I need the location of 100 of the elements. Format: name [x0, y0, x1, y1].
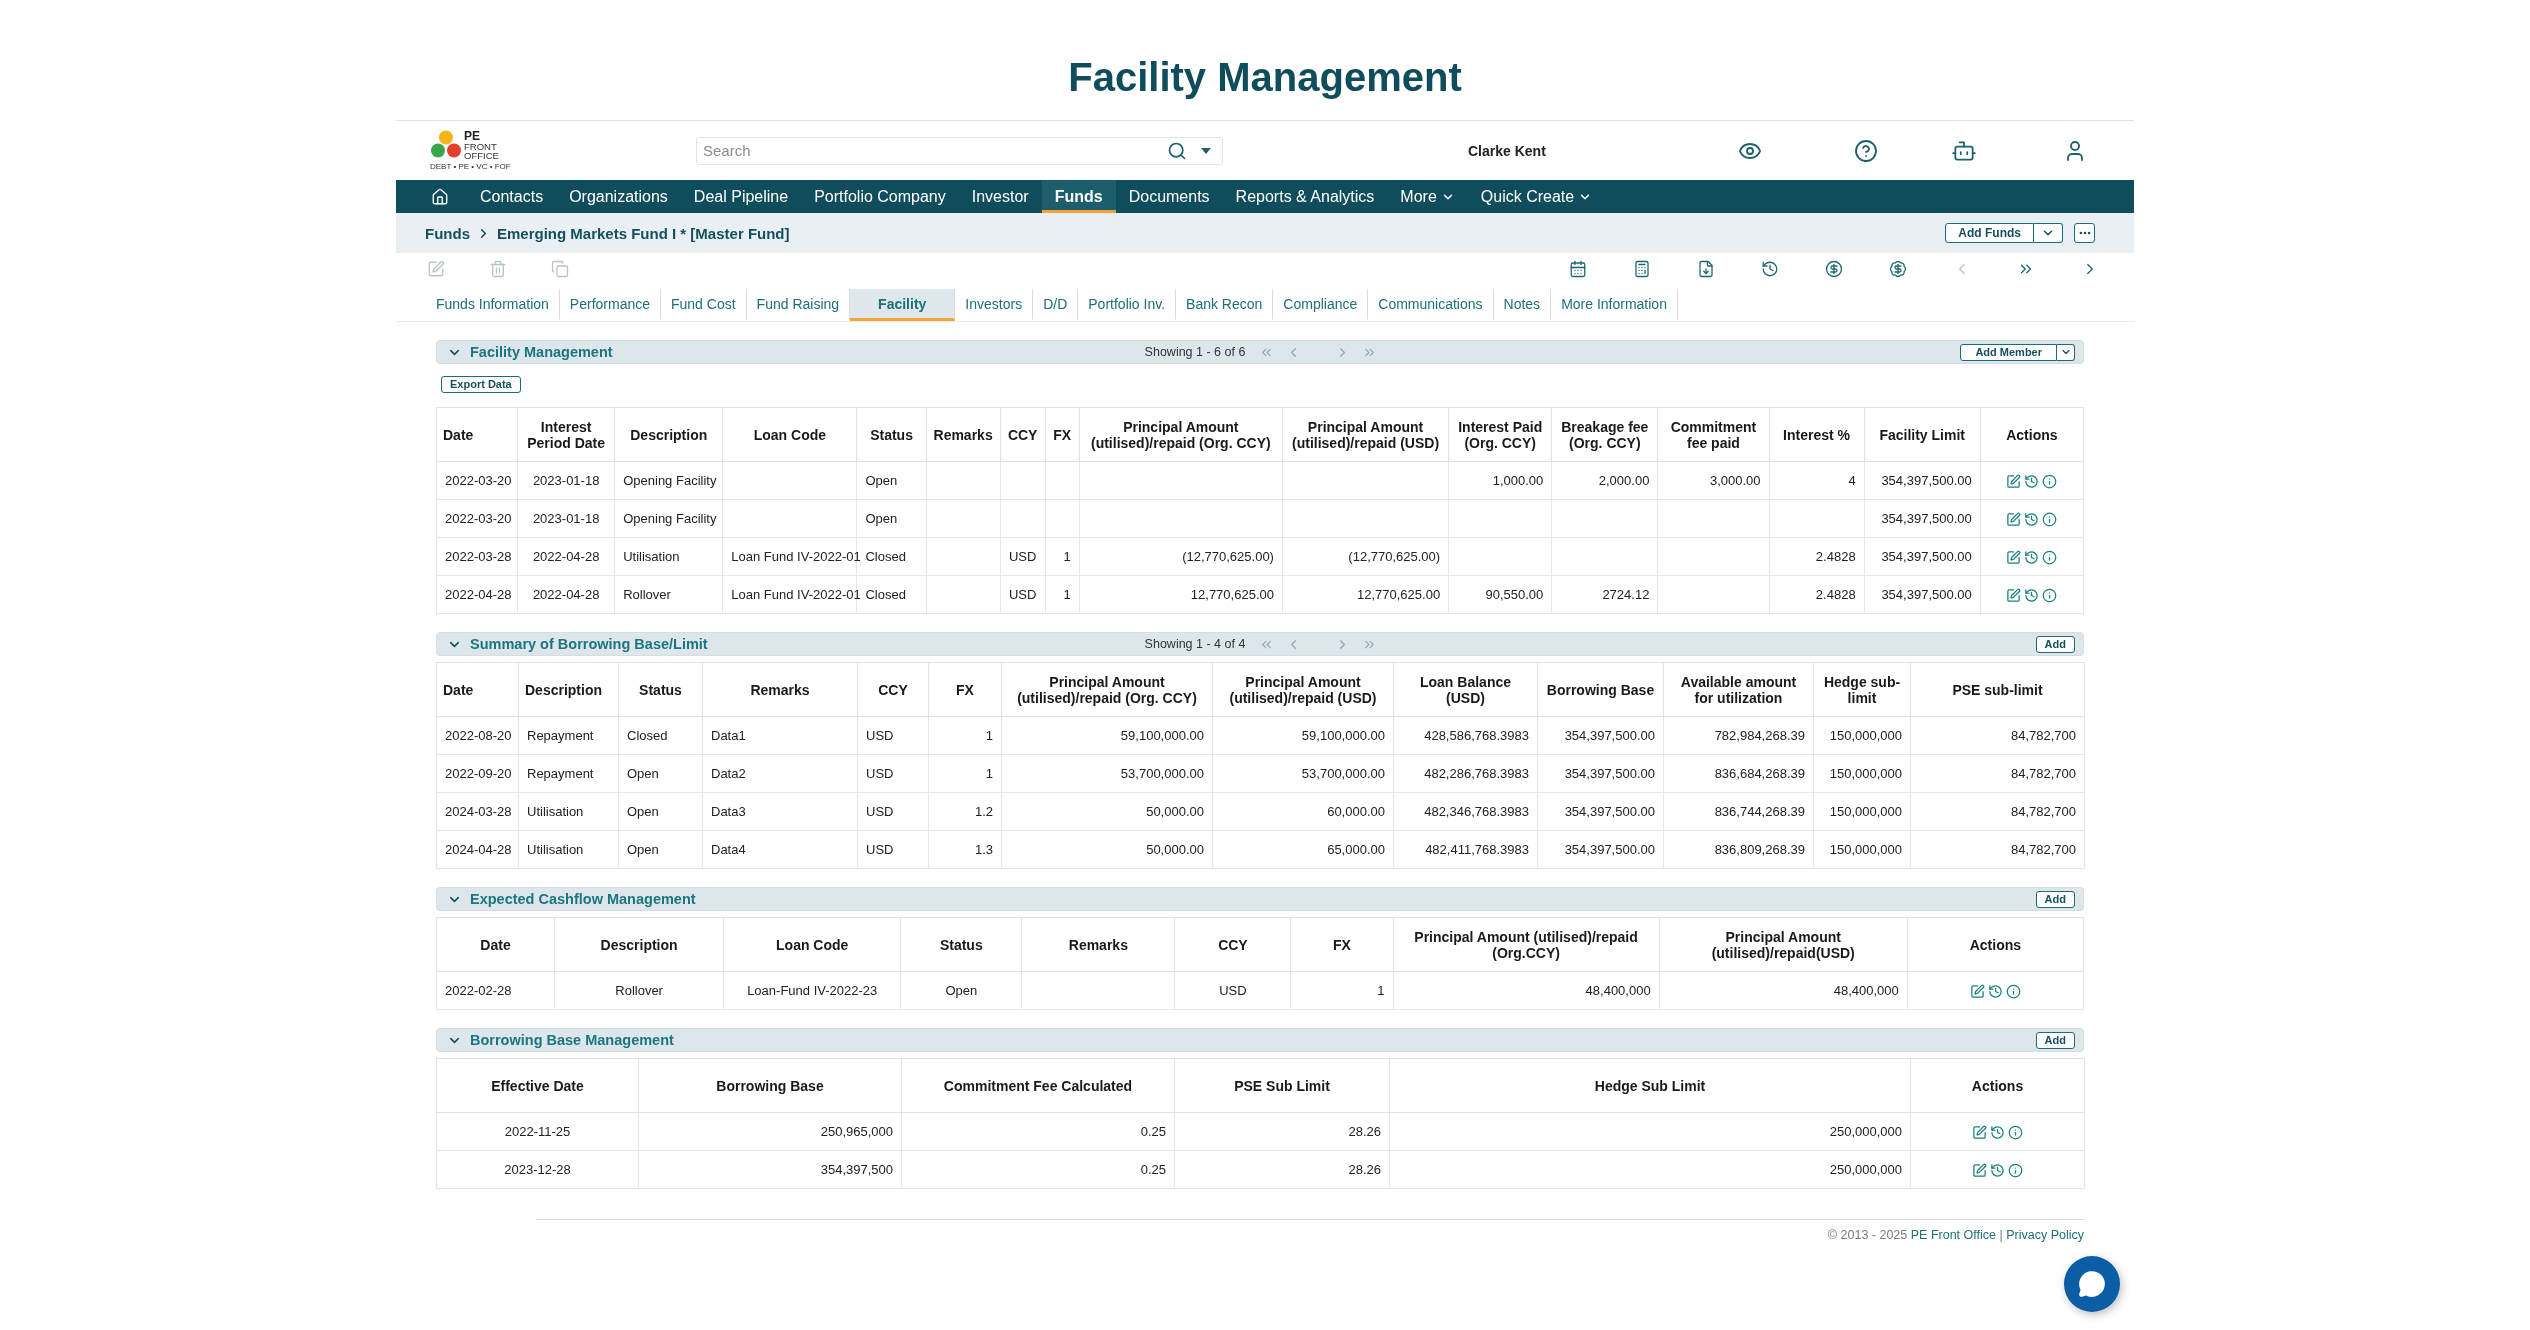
- caret-icon[interactable]: [1201, 147, 1211, 154]
- column-header: Commitment fee paid: [1657, 407, 1769, 462]
- export-data-button[interactable]: Export Data: [441, 376, 521, 393]
- edit-icon[interactable]: [2006, 587, 2022, 603]
- history-icon[interactable]: [1990, 1162, 2005, 1178]
- edit-icon[interactable]: [2006, 549, 2022, 565]
- history-icon[interactable]: [1990, 1124, 2005, 1140]
- table-cell: 482,286,768.3983: [1393, 754, 1538, 793]
- tab[interactable]: Communications: [1368, 289, 1494, 321]
- column-header: Principal Amount (utilised)/repaid (USD): [1282, 407, 1449, 462]
- table-cell: 354,397,500.00: [1537, 716, 1664, 755]
- table-cell: 90,550.00: [1448, 575, 1552, 614]
- info-icon[interactable]: [2042, 549, 2058, 565]
- table-cell: 48,400,000: [1393, 971, 1660, 1010]
- tab[interactable]: More Information: [1551, 289, 1678, 321]
- nav-item[interactable]: More: [1387, 180, 1468, 213]
- nav-item[interactable]: Funds: [1041, 180, 1116, 213]
- section-title: Borrowing Base Management: [470, 1032, 674, 1048]
- table-cell: Open: [857, 461, 927, 500]
- dollar-badge-icon[interactable]: [1889, 260, 1907, 278]
- privacy-policy-link[interactable]: Privacy Policy: [2006, 1228, 2084, 1242]
- edit-icon[interactable]: [1972, 1124, 1987, 1140]
- tab[interactable]: Fund Cost: [661, 289, 747, 321]
- info-icon[interactable]: [2042, 511, 2058, 527]
- table-cell: USD: [857, 716, 929, 755]
- dollar-circle-icon[interactable]: [1825, 260, 1843, 278]
- tab[interactable]: Compliance: [1273, 289, 1369, 321]
- tab[interactable]: D/D: [1033, 289, 1079, 321]
- history-icon[interactable]: [2024, 587, 2040, 603]
- search-icon[interactable]: [1167, 140, 1187, 161]
- add-member-button[interactable]: Add Member: [1960, 343, 2057, 361]
- table-cell: 60,000.00: [1212, 792, 1394, 831]
- info-icon[interactable]: [2008, 1124, 2023, 1140]
- table-cell: Utilisation: [518, 792, 619, 831]
- column-header: Breakage fee (Org. CCY): [1551, 407, 1658, 462]
- column-header: Date: [436, 662, 519, 717]
- table-cell: 836,744,268.39: [1663, 792, 1814, 831]
- table-cell: 836,684,268.39: [1663, 754, 1814, 793]
- help-icon[interactable]: [1853, 138, 1878, 163]
- column-header: Interest %: [1769, 407, 1865, 462]
- tab[interactable]: Notes: [1493, 289, 1552, 321]
- history-icon[interactable]: [2024, 511, 2040, 527]
- tab[interactable]: Performance: [559, 289, 661, 321]
- tab[interactable]: Funds Information: [426, 289, 560, 321]
- nav-item[interactable]: Reports & Analytics: [1222, 180, 1388, 213]
- info-icon[interactable]: [2042, 587, 2058, 603]
- logo-tagline: DEBT • PE • VC • FOF: [430, 162, 511, 171]
- calculator-icon[interactable]: [1633, 260, 1651, 278]
- edit-icon[interactable]: [1972, 1162, 1987, 1178]
- history-icon[interactable]: [1761, 260, 1779, 278]
- edit-icon[interactable]: [1969, 983, 1985, 999]
- table-cell: 2724.12: [1551, 575, 1658, 614]
- table-cell: 48,400,000: [1659, 971, 1908, 1010]
- info-icon[interactable]: [2005, 983, 2021, 999]
- table-cell: Opening Facility: [614, 499, 723, 538]
- column-header: Actions: [1910, 1058, 2085, 1113]
- history-icon[interactable]: [2024, 549, 2040, 565]
- add-button[interactable]: Add: [2035, 1031, 2075, 1049]
- column-header: CCY: [857, 662, 929, 717]
- add-button[interactable]: Add: [2035, 635, 2075, 653]
- search-field[interactable]: Search: [696, 136, 1223, 165]
- pager-text: Showing 1 - 4 of 4: [1144, 637, 1246, 651]
- more-options-button[interactable]: [2074, 223, 2095, 243]
- edit-icon[interactable]: [2006, 511, 2022, 527]
- tab[interactable]: Facility: [850, 289, 956, 321]
- edit-icon[interactable]: [2006, 473, 2022, 489]
- nav-item[interactable]: Contacts: [467, 180, 557, 213]
- tab[interactable]: Portfolio Inv.: [1078, 289, 1177, 321]
- column-header: Interest Paid (Org. CCY): [1448, 407, 1552, 462]
- nav-item[interactable]: Deal Pipeline: [680, 180, 802, 213]
- info-icon[interactable]: [2042, 473, 2058, 489]
- history-icon[interactable]: [2024, 473, 2040, 489]
- dropdown-toggle-button[interactable]: [2057, 343, 2075, 361]
- nav-item[interactable]: Investor: [958, 180, 1042, 213]
- dropdown-toggle-button[interactable]: [2034, 223, 2063, 243]
- column-header: Status: [618, 662, 703, 717]
- file-download-icon[interactable]: [1697, 260, 1715, 278]
- footer-separator: |: [1999, 1228, 2003, 1242]
- calendar-icon[interactable]: [1569, 260, 1587, 278]
- nav-item[interactable]: Quick Create: [1467, 180, 1606, 213]
- breadcrumb-link[interactable]: Funds: [425, 224, 470, 242]
- nav-item[interactable]: Portfolio Company: [801, 180, 959, 213]
- column-header: FX: [928, 662, 1002, 717]
- tab[interactable]: Investors: [955, 289, 1034, 321]
- table-cell: 1: [1290, 971, 1393, 1010]
- nav-item[interactable]: Documents: [1115, 180, 1223, 213]
- table-cell: Rollover: [554, 971, 724, 1010]
- home-icon[interactable]: [431, 187, 449, 206]
- add-button[interactable]: Add: [2035, 890, 2075, 908]
- column-header: Actions: [1907, 917, 2084, 972]
- table-cell: Repayment: [518, 716, 619, 755]
- table-cell: 0.25: [901, 1150, 1175, 1189]
- chat-button[interactable]: [2064, 1256, 2120, 1312]
- tab[interactable]: Bank Recon: [1176, 289, 1274, 321]
- add-funds-button[interactable]: Add Funds: [1945, 223, 2034, 243]
- company-link[interactable]: PE Front Office: [1910, 1228, 1996, 1242]
- history-icon[interactable]: [1987, 983, 2003, 999]
- info-icon[interactable]: [2008, 1162, 2023, 1178]
- nav-item[interactable]: Organizations: [556, 180, 681, 213]
- column-header: Status: [900, 917, 1022, 972]
